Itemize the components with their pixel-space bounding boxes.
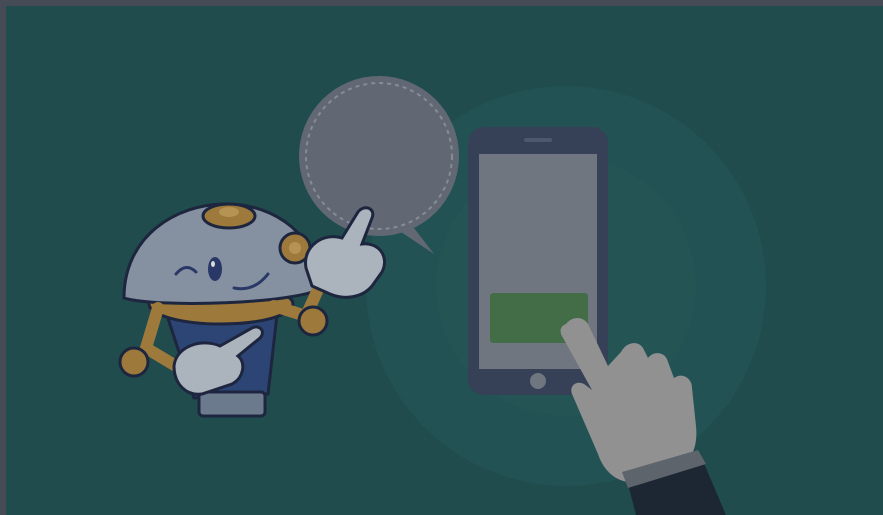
image-frame	[0, 0, 883, 515]
illustration-scene	[6, 6, 883, 515]
robot-eye	[208, 257, 222, 281]
illustration-svg	[118, 76, 766, 515]
robot-mascot-icon	[118, 202, 386, 418]
